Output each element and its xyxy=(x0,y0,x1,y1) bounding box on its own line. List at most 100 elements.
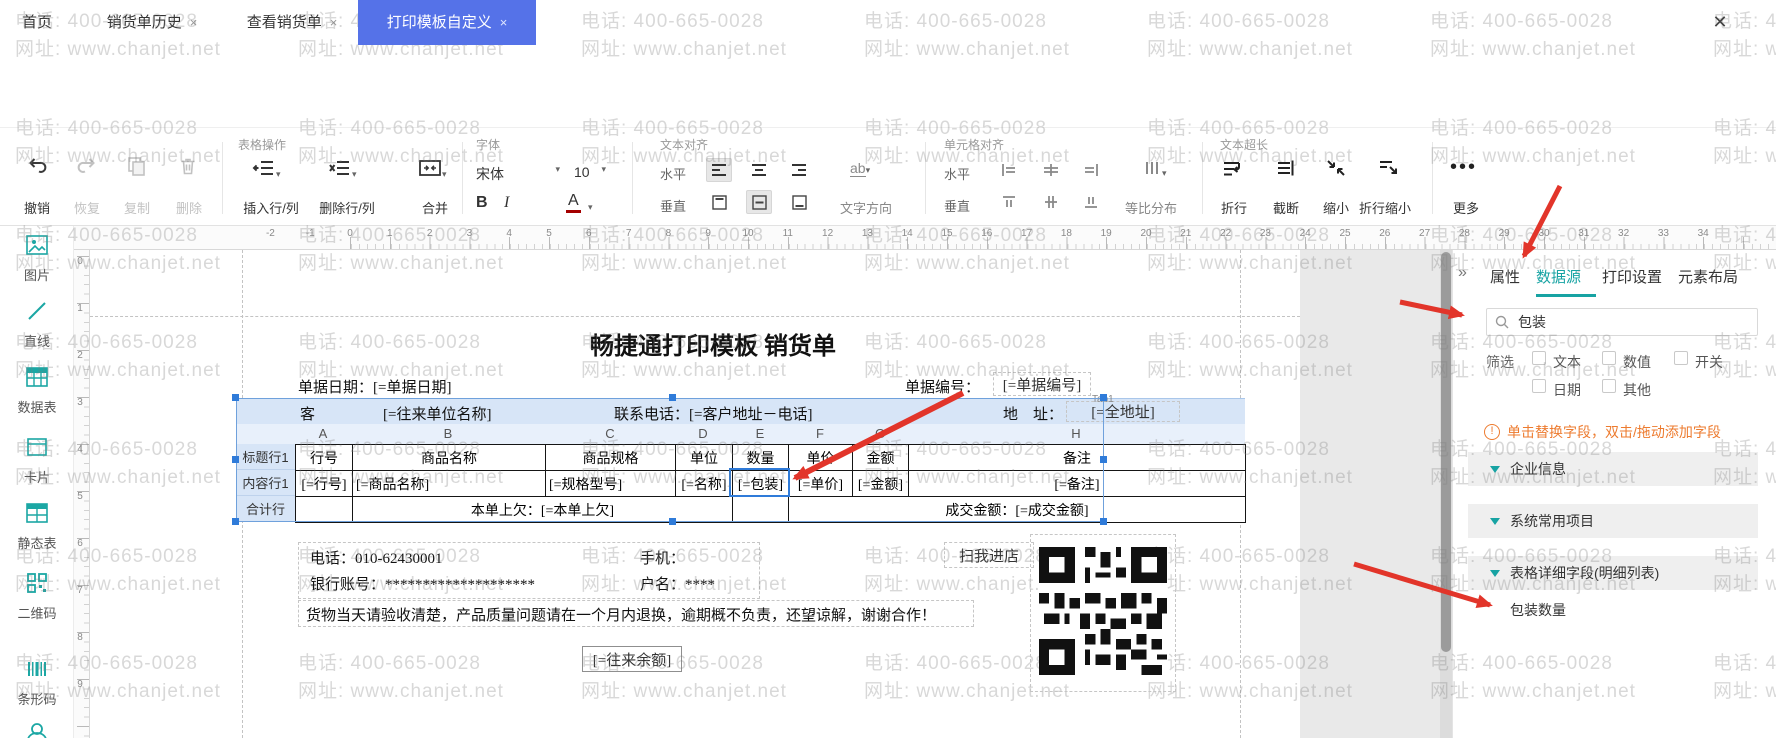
doc-date-field[interactable]: 单据日期：[=单据日期] xyxy=(298,376,451,397)
valign-middle-button[interactable] xyxy=(746,190,772,214)
merge-cells-button[interactable]: 合并 xyxy=(412,198,458,217)
doc-no-label[interactable]: 单据编号： xyxy=(905,376,980,397)
selection-handle[interactable] xyxy=(1100,394,1107,401)
panel-collapse-icon[interactable] xyxy=(1458,264,1467,282)
row-label-header[interactable]: 标题行1 xyxy=(236,444,295,470)
panel-tab-element-layout[interactable]: 元素布局 xyxy=(1678,266,1738,287)
sidebar-item-card[interactable]: 卡片 xyxy=(0,436,73,486)
tab-view-sales-order[interactable]: 查看销货单 × xyxy=(230,0,354,45)
tab-close-icon[interactable]: × xyxy=(330,15,338,30)
col-letter[interactable]: C xyxy=(605,426,614,441)
table-cell[interactable]: 行号 xyxy=(296,445,353,471)
copy-icon[interactable] xyxy=(126,156,146,181)
redo-button[interactable]: 恢复 xyxy=(68,198,106,217)
bold-button[interactable]: B xyxy=(476,194,488,212)
tab-home[interactable]: 首页 xyxy=(12,0,62,45)
cell-valign-bottom-icon[interactable] xyxy=(1078,190,1104,214)
tab-close-icon[interactable]: × xyxy=(500,15,508,30)
balance-field[interactable]: [=往来余额] xyxy=(582,646,682,672)
sidebar-item-line[interactable]: 直线 xyxy=(0,300,73,350)
table-cell[interactable]: 数量 xyxy=(733,445,789,471)
wrap-icon[interactable] xyxy=(1222,159,1242,182)
customer-field[interactable]: [=往来单位名称] xyxy=(383,403,491,424)
cell-valign-top-icon[interactable] xyxy=(996,190,1022,214)
filter-checkbox-switch[interactable] xyxy=(1674,351,1688,365)
redo-icon[interactable] xyxy=(76,156,98,179)
section-system-items[interactable]: 系统常用项目 xyxy=(1468,504,1758,538)
table-cell[interactable]: [=备注] xyxy=(909,471,1246,497)
filter-other-label[interactable]: 其他 xyxy=(1623,380,1651,400)
cell-valign-middle-icon[interactable] xyxy=(1038,190,1064,214)
font-size-select[interactable]: 10 ▾ xyxy=(574,164,606,180)
delete-button[interactable]: 删除 xyxy=(170,198,208,217)
wrap-shrink-icon[interactable] xyxy=(1378,159,1398,182)
text-direction-button[interactable]: 文字方向 xyxy=(836,198,896,217)
sidebar-item-image[interactable]: 图片 xyxy=(0,234,73,284)
filter-text-label[interactable]: 文本 xyxy=(1553,352,1581,372)
doc-no-field[interactable]: [=单据编号] xyxy=(993,372,1091,396)
table-cell[interactable]: 本单上欠：[=本单上欠] xyxy=(353,497,733,523)
table-cell[interactable]: 备注 xyxy=(909,445,1246,471)
filter-date-label[interactable]: 日期 xyxy=(1553,380,1581,400)
filter-checkbox-text[interactable] xyxy=(1532,351,1546,365)
qr-code[interactable] xyxy=(1030,534,1176,692)
selection-handle[interactable] xyxy=(669,394,676,401)
wrap-shrink-button[interactable]: 折行缩小 xyxy=(1354,198,1416,217)
merge-cells-icon[interactable]: ▾ xyxy=(418,159,447,182)
panel-tab-print-settings[interactable]: 打印设置 xyxy=(1602,266,1662,287)
filter-switch-label[interactable]: 开关 xyxy=(1695,352,1723,372)
panel-tab-properties[interactable]: 属性 xyxy=(1490,266,1520,287)
cell-align-right-icon[interactable] xyxy=(1078,158,1104,182)
undo-icon[interactable] xyxy=(26,156,48,179)
table-cell[interactable]: [=行号] xyxy=(296,471,353,497)
text-direction-icon[interactable]: ab▾ xyxy=(850,160,870,178)
filter-checkbox-date[interactable] xyxy=(1532,379,1546,393)
address-field[interactable]: [=全地址] xyxy=(1066,401,1180,422)
row-label-content[interactable]: 内容行1 xyxy=(236,470,295,496)
canvas-scrollbar-thumb[interactable] xyxy=(1441,252,1451,652)
truncate-button[interactable]: 截断 xyxy=(1270,198,1302,217)
table-cell[interactable]: 商品名称 xyxy=(353,445,546,471)
table-cell[interactable]: 单价 xyxy=(789,445,853,471)
table-cell[interactable]: 单位 xyxy=(676,445,733,471)
table-cell[interactable]: [=商品名称] xyxy=(353,471,546,497)
truncate-icon[interactable] xyxy=(1276,159,1296,182)
sidebar-item-qrcode[interactable]: 二维码 xyxy=(0,572,73,622)
section-company-info[interactable]: 企业信息 xyxy=(1468,452,1758,486)
wrap-button[interactable]: 折行 xyxy=(1218,198,1250,217)
selection-handle[interactable] xyxy=(232,394,239,401)
valign-top-button[interactable] xyxy=(706,190,732,214)
table-cell[interactable]: [=单价] xyxy=(789,471,853,497)
table-cell[interactable] xyxy=(296,497,353,523)
selection-handle[interactable] xyxy=(232,518,239,525)
tab-sales-history[interactable]: 销货单历史 × xyxy=(88,0,216,45)
panel-tab-datasource[interactable]: 数据源 xyxy=(1536,266,1581,287)
table-cell-selected[interactable]: [=包装] xyxy=(733,471,789,497)
distribute-button[interactable]: 等比分布 xyxy=(1120,198,1182,217)
qr-label-box[interactable]: 扫我进店 xyxy=(944,542,1034,568)
sidebar-item-partial[interactable] xyxy=(0,722,73,738)
align-right-button[interactable] xyxy=(786,158,812,182)
table-cell[interactable] xyxy=(733,497,789,523)
table-cell[interactable]: [=金额] xyxy=(853,471,909,497)
col-letter[interactable]: B xyxy=(444,426,453,441)
field-search-box[interactable] xyxy=(1486,308,1758,336)
table-cell[interactable]: [=名称] xyxy=(676,471,733,497)
selection-handle[interactable] xyxy=(232,456,239,463)
more-button[interactable]: 更多 xyxy=(1446,198,1486,217)
sidebar-item-data-table[interactable]: 数据表 xyxy=(0,366,73,416)
table-cell[interactable]: [=规格型号] xyxy=(546,471,676,497)
selection-handle[interactable] xyxy=(1100,518,1107,525)
cell-align-left-icon[interactable] xyxy=(996,158,1022,182)
more-icon[interactable]: ••• xyxy=(1450,156,1477,179)
field-item-package-qty[interactable]: 包装数量 xyxy=(1510,600,1566,620)
chevron-down-icon[interactable]: ▾ xyxy=(588,202,593,213)
sidebar-item-static-table[interactable]: 静态表 xyxy=(0,502,73,552)
table-cell[interactable]: 商品规格 xyxy=(546,445,676,471)
undo-button[interactable]: 撤销 xyxy=(18,198,56,217)
col-letter[interactable]: E xyxy=(756,426,765,441)
bank-field[interactable]: 银行账号：******************** xyxy=(310,573,535,594)
template-title[interactable]: 畅捷通打印模板 销货单 xyxy=(463,326,963,361)
search-input[interactable] xyxy=(1516,313,1720,331)
filter-checkbox-number[interactable] xyxy=(1602,351,1616,365)
